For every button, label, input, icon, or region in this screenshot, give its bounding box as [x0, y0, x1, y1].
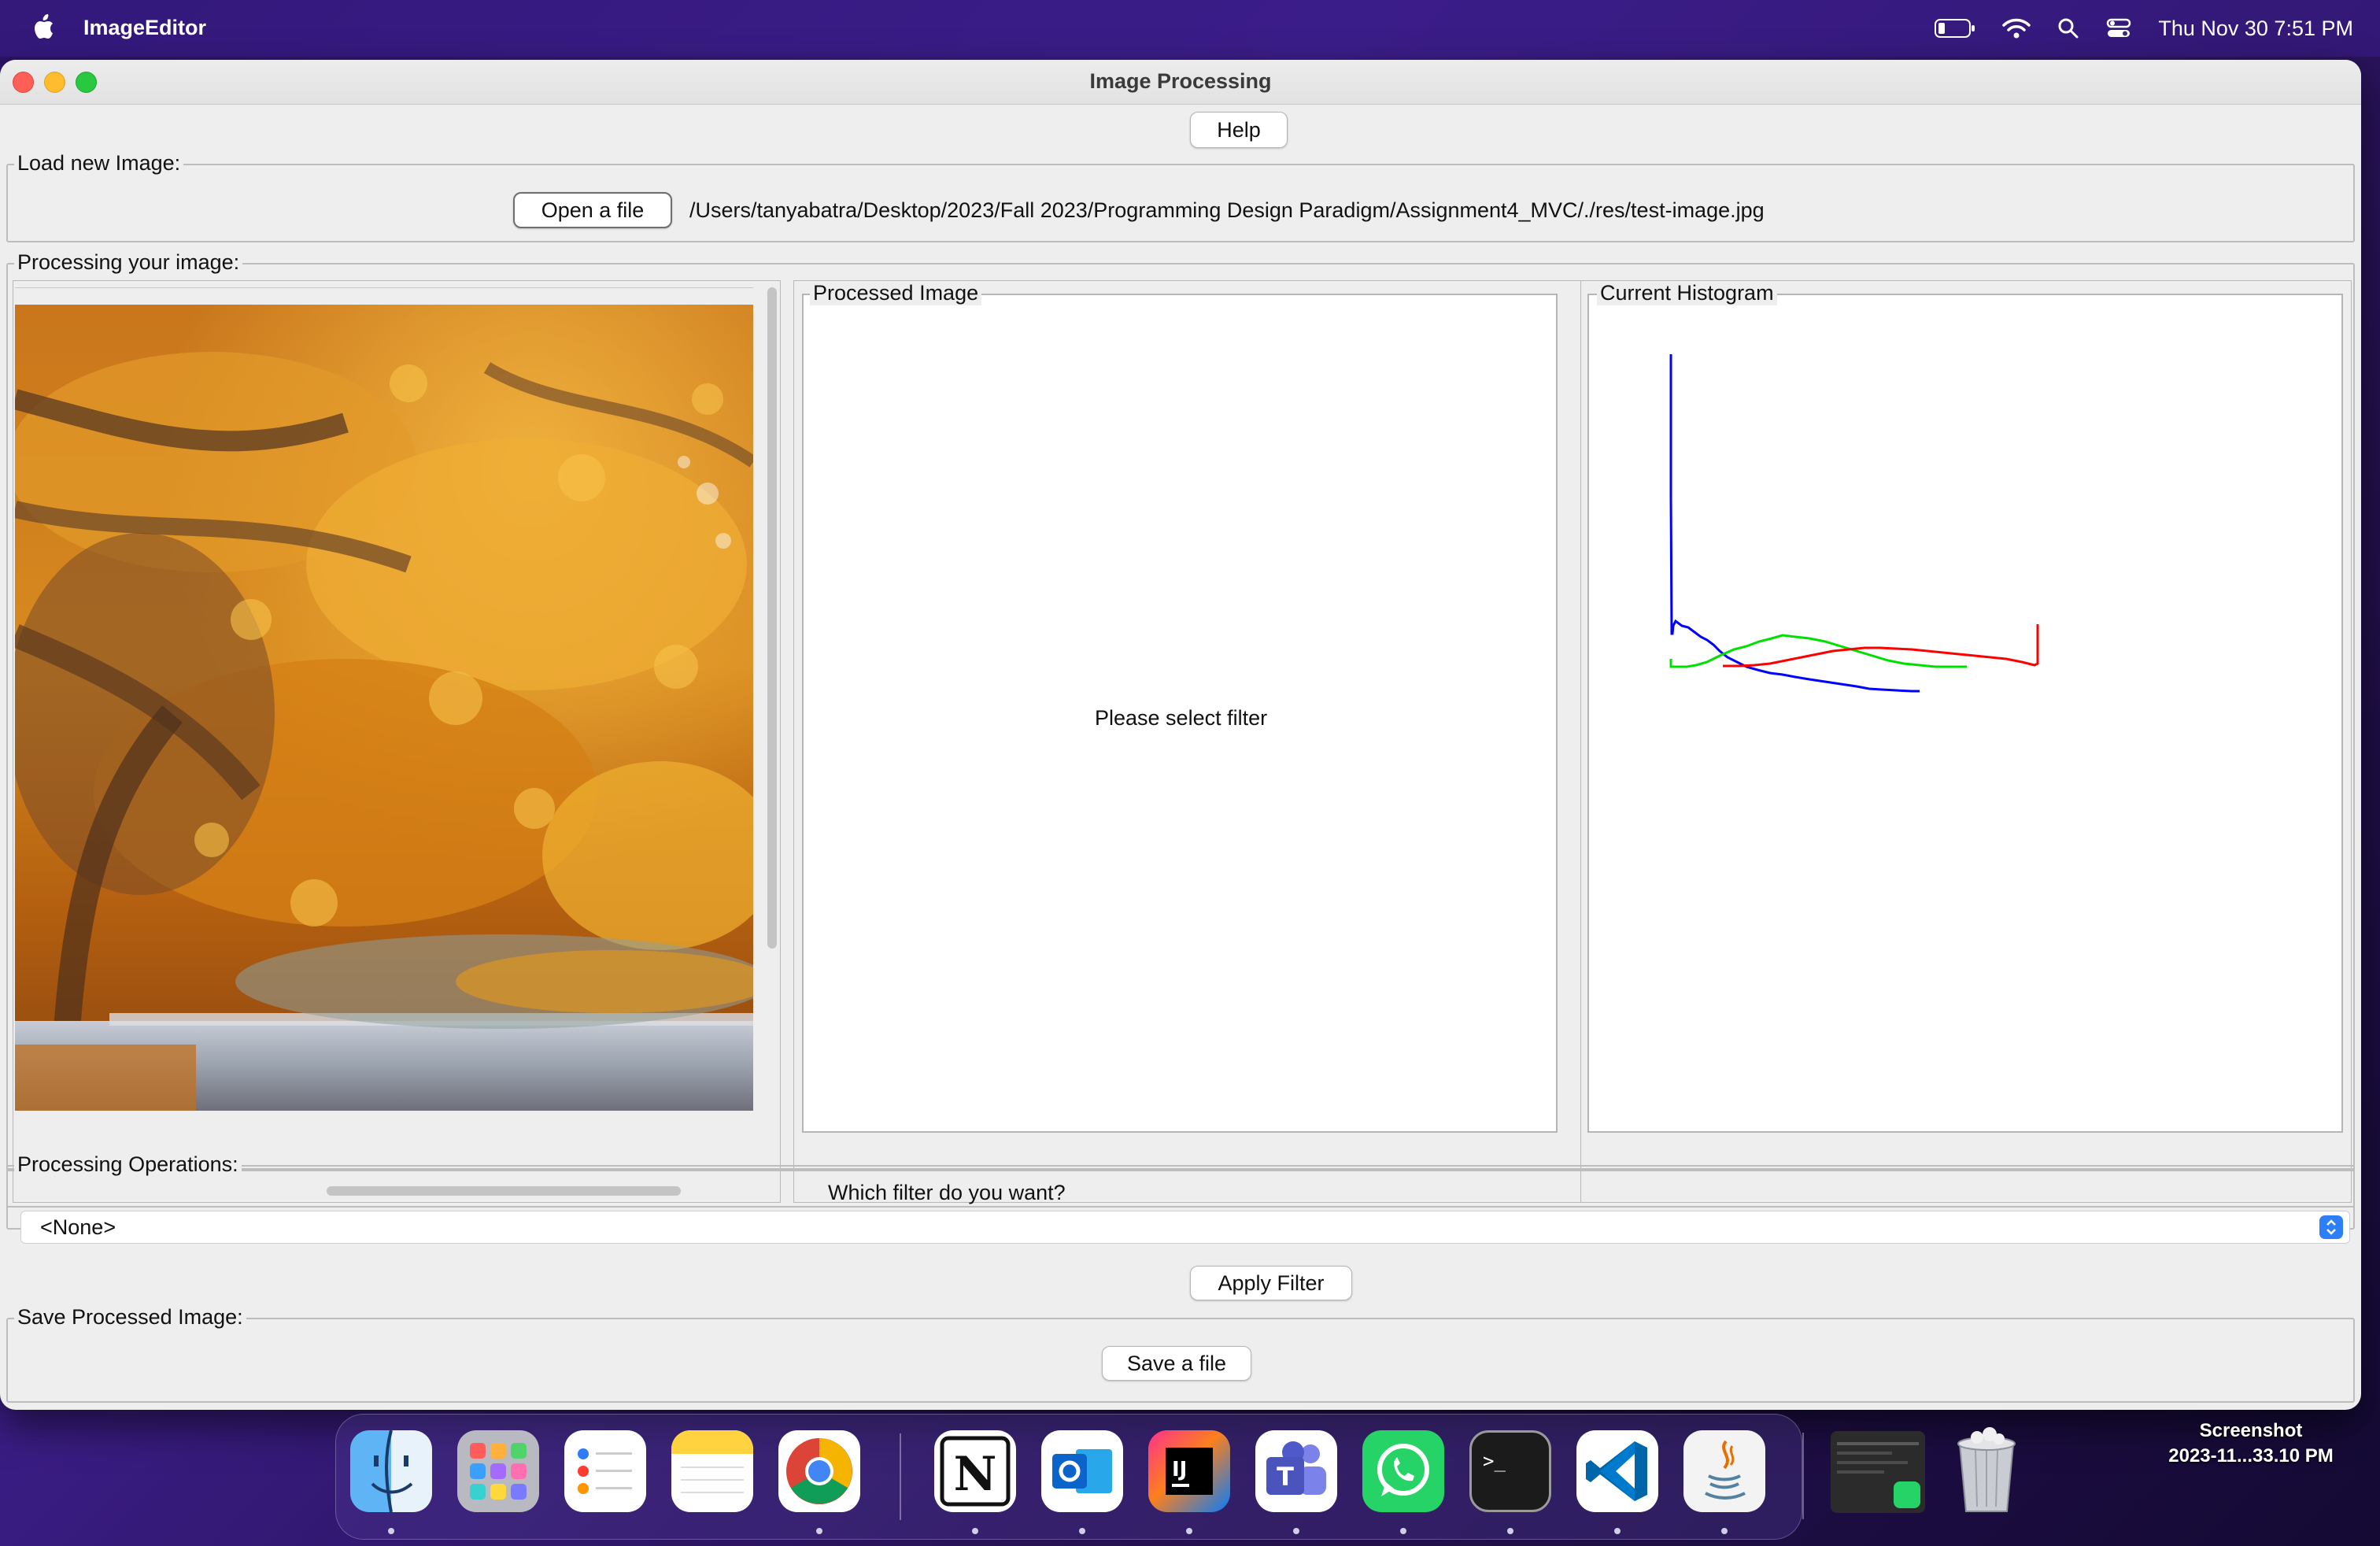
help-button[interactable]: Help	[1190, 112, 1288, 148]
apply-filter-button[interactable]: Apply Filter	[1190, 1266, 1352, 1300]
app-name[interactable]: ImageEditor	[83, 16, 206, 40]
svg-text:>_: >_	[1483, 1450, 1506, 1472]
reminders-icon[interactable]	[564, 1430, 646, 1512]
whatsapp-icon[interactable]	[1362, 1430, 1444, 1512]
histogram-blue-series	[1669, 354, 1920, 693]
battery-icon[interactable]	[1935, 18, 1975, 39]
trash-icon[interactable]	[1949, 1423, 2024, 1515]
processing-group-title: Processing your image:	[14, 250, 243, 275]
histogram-panel: Current Histogram	[1580, 280, 2352, 1203]
filter-select[interactable]: <None>	[20, 1211, 2350, 1244]
thumbnail-line-3	[1837, 1461, 1908, 1464]
svg-text:IJ: IJ	[1172, 1458, 1187, 1481]
operations-group-title: Processing Operations:	[14, 1152, 242, 1177]
screenshot-label-line1[interactable]: Screenshot	[2149, 1420, 2353, 1442]
dock: N IJ T >_	[335, 1414, 1802, 1540]
clock[interactable]: Thu Nov 30 7:51 PM	[2158, 17, 2353, 41]
finder-icon[interactable]	[350, 1430, 432, 1512]
notes-icon[interactable]	[671, 1430, 753, 1512]
panel-divider	[15, 287, 753, 288]
teams-icon[interactable]: T	[1255, 1430, 1337, 1512]
dock-separator-2	[1802, 1433, 1804, 1519]
save-file-button[interactable]: Save a file	[1102, 1346, 1251, 1381]
select-filter-placeholder: Please select filter	[1095, 706, 1268, 730]
title-bar[interactable]: Image Processing	[0, 60, 2361, 105]
file-path-label: /Users/tanyabatra/Desktop/2023/Fall 2023…	[689, 198, 1765, 222]
wifi-icon[interactable]	[2002, 17, 2031, 39]
notion-running-indicator	[972, 1528, 978, 1534]
dock-separator	[900, 1433, 901, 1520]
save-image-group-title: Save Processed Image:	[14, 1305, 246, 1330]
thumbnail-line-2	[1837, 1452, 1892, 1455]
outlook-running-indicator	[1079, 1528, 1085, 1534]
screenshot-thumbnail-icon[interactable]	[1831, 1431, 1925, 1513]
filter-select-value: <None>	[40, 1215, 116, 1239]
original-image-panel	[13, 280, 781, 1203]
processed-image-title: Processed Image	[810, 281, 982, 305]
notion-icon[interactable]: N	[934, 1430, 1016, 1512]
thumbnail-line-1	[1837, 1442, 1919, 1445]
window-title: Image Processing	[1089, 69, 1272, 93]
select-stepper-icon[interactable]	[2319, 1215, 2343, 1239]
control-center-icon[interactable]	[2106, 17, 2131, 39]
java-icon[interactable]	[1683, 1430, 1765, 1512]
chrome-running-indicator	[816, 1528, 822, 1534]
vertical-scrollbar[interactable]	[767, 287, 777, 949]
image-processing-window: Image Processing Help Load new Image: Op…	[0, 60, 2361, 1410]
whatsapp-running-indicator	[1400, 1528, 1406, 1534]
chrome-icon[interactable]	[778, 1430, 860, 1512]
svg-text:T: T	[1277, 1462, 1294, 1492]
vscode-icon[interactable]	[1576, 1430, 1658, 1512]
processed-image-panel: Processed Image Please select filter	[793, 280, 1582, 1203]
teams-running-indicator	[1293, 1528, 1299, 1534]
histogram-chart	[1669, 354, 2039, 693]
menu-bar: ImageEditor Thu Nov 30 7:51 PM	[0, 0, 2380, 57]
finder-running-indicator	[388, 1528, 394, 1534]
thumbnail-line-4	[1837, 1470, 1884, 1474]
launchpad-icon[interactable]	[457, 1430, 539, 1512]
histogram-red-series	[1723, 624, 2039, 668]
thumbnail-badge-icon	[1894, 1481, 1920, 1508]
original-image	[15, 305, 753, 1111]
screenshot-label-line2[interactable]: 2023-11...33.10 PM	[2149, 1445, 2353, 1467]
spotlight-search-icon[interactable]	[2057, 17, 2079, 39]
open-file-button[interactable]: Open a file	[513, 192, 672, 228]
terminal-running-indicator	[1507, 1528, 1513, 1534]
svg-text:N: N	[954, 1447, 997, 1502]
filter-question-label: Which filter do you want?	[828, 1181, 1066, 1204]
load-image-group-title: Load new Image:	[14, 151, 184, 176]
intellij-running-indicator	[1186, 1528, 1192, 1534]
apple-menu-icon[interactable]	[31, 13, 55, 43]
intellij-icon[interactable]: IJ	[1148, 1430, 1230, 1512]
terminal-icon[interactable]: >_	[1469, 1430, 1551, 1512]
java-running-indicator	[1721, 1528, 1728, 1534]
vscode-running-indicator	[1614, 1528, 1621, 1534]
outlook-icon[interactable]	[1041, 1430, 1123, 1512]
